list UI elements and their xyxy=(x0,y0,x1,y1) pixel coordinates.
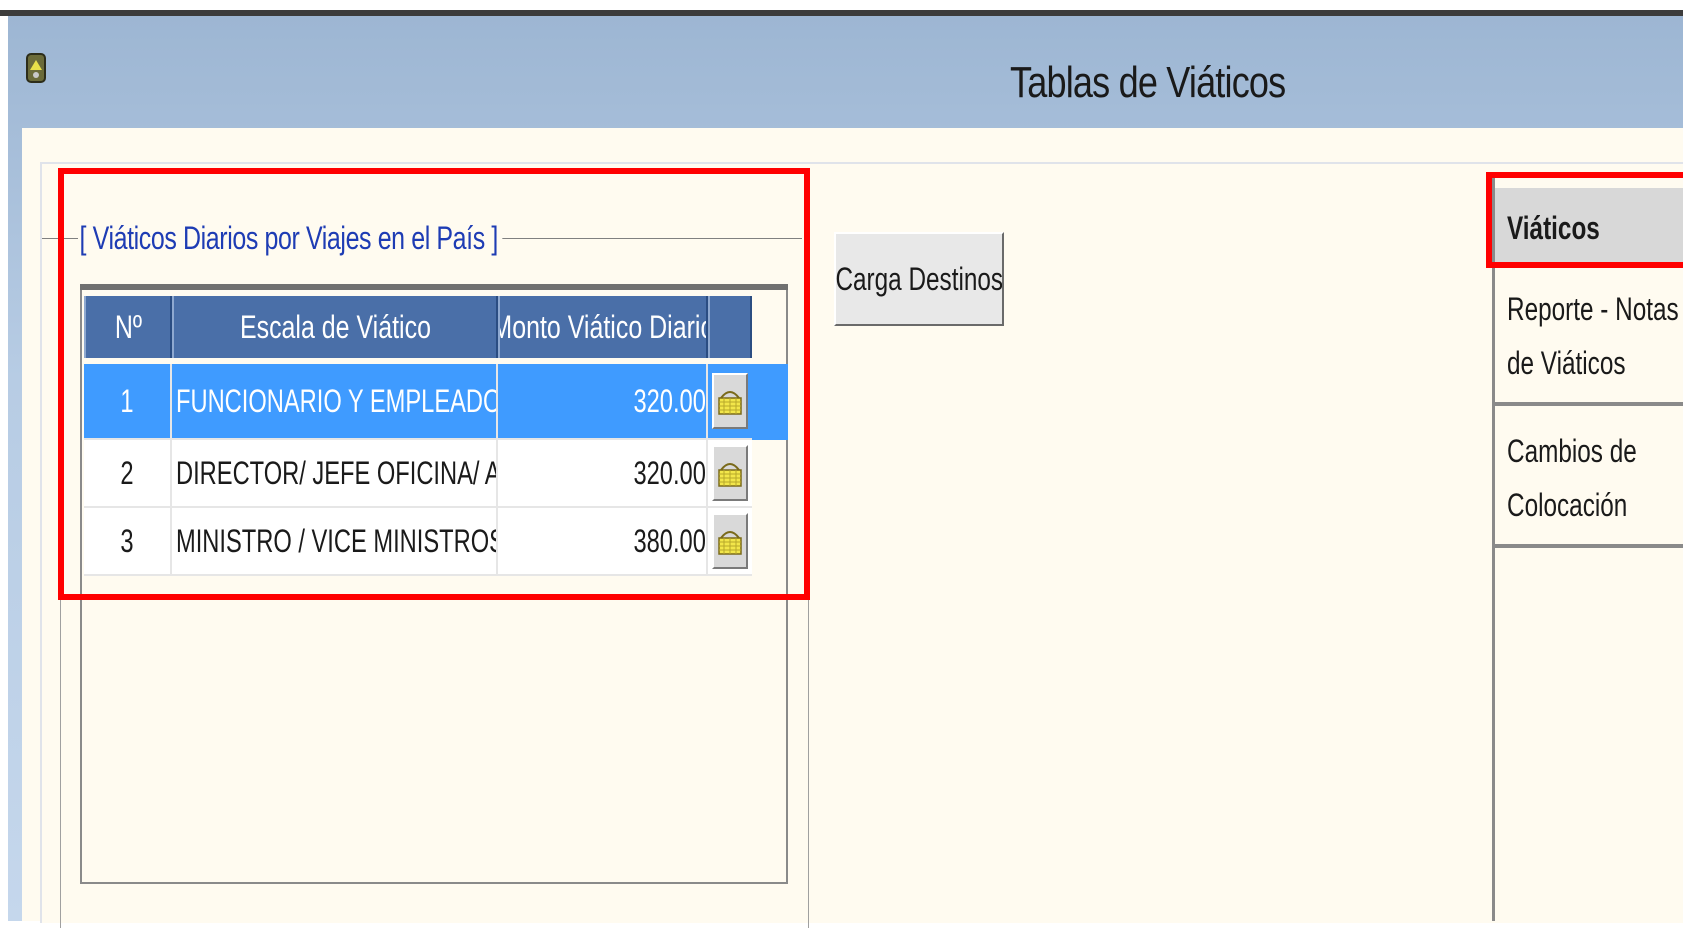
window-title: Tablas de Viáticos xyxy=(1010,58,1286,107)
app-icon xyxy=(20,48,52,88)
side-menu-item-reporte-line2: de Viáticos xyxy=(1507,345,1626,381)
basket-icon xyxy=(718,463,742,487)
group-border-right xyxy=(808,238,809,928)
table-row-2-action xyxy=(708,440,752,508)
basket-icon xyxy=(718,531,742,555)
row-3-select-button[interactable] xyxy=(712,513,748,569)
basket-icon xyxy=(718,391,742,415)
side-menu-item-viaticos-label: Viáticos xyxy=(1507,210,1600,246)
group-border-left xyxy=(60,238,61,928)
row-1-select-button[interactable] xyxy=(712,373,748,429)
column-header-monto-label: Monto Viático Diario xyxy=(498,308,708,345)
side-menu-item-cambios[interactable]: Cambios de Colocación xyxy=(1495,414,1683,548)
table-row-1-escala[interactable]: FUNCIONARIO Y EMPLEADOS PU xyxy=(172,364,498,440)
table-row-3-no[interactable]: 3 xyxy=(84,508,172,576)
table-row-1-no[interactable]: 1 xyxy=(84,364,172,440)
table-row-2-no[interactable]: 2 xyxy=(84,440,172,508)
group-title: [ Viáticos Diarios por Viajes en el País… xyxy=(78,220,503,257)
column-header-escala[interactable]: Escala de Viático xyxy=(172,296,498,358)
table-row-2-escala[interactable]: DIRECTOR/ JEFE OFICINA/ ASES( xyxy=(172,440,498,508)
table-row-1-monto[interactable]: 320.00 xyxy=(498,364,708,440)
table-row-3-escala[interactable]: MINISTRO / VICE MINISTROS /SE( xyxy=(172,508,498,576)
side-menu-item-reporte[interactable]: Reporte - Notas de Viáticos xyxy=(1495,272,1683,406)
top-gap xyxy=(0,0,1683,10)
side-menu-item-cambios-line1: Cambios de xyxy=(1507,433,1637,469)
table-row-1-action xyxy=(708,364,752,440)
side-menu-item-reporte-line1: Reporte - Notas xyxy=(1507,291,1679,327)
row-2-select-button[interactable] xyxy=(712,445,748,501)
side-menu-item-cambios-line2: Colocación xyxy=(1507,487,1628,523)
table-row-3-monto[interactable]: 380.00 xyxy=(498,508,708,576)
selection-highlight xyxy=(752,364,788,440)
column-header-action[interactable] xyxy=(708,296,752,358)
column-header-no-label: Nº xyxy=(114,308,142,345)
carga-destinos-button[interactable]: Carga Destinos xyxy=(834,232,1004,326)
grid-top-border xyxy=(80,284,788,290)
column-header-no[interactable]: Nº xyxy=(84,296,172,358)
table-row-2-monto[interactable]: 320.00 xyxy=(498,440,708,508)
column-header-escala-label: Escala de Viático xyxy=(239,308,431,345)
column-header-monto[interactable]: Monto Viático Diario xyxy=(498,296,708,358)
table-row-3-action xyxy=(708,508,752,576)
side-menu-item-viaticos[interactable]: Viáticos xyxy=(1495,188,1683,268)
